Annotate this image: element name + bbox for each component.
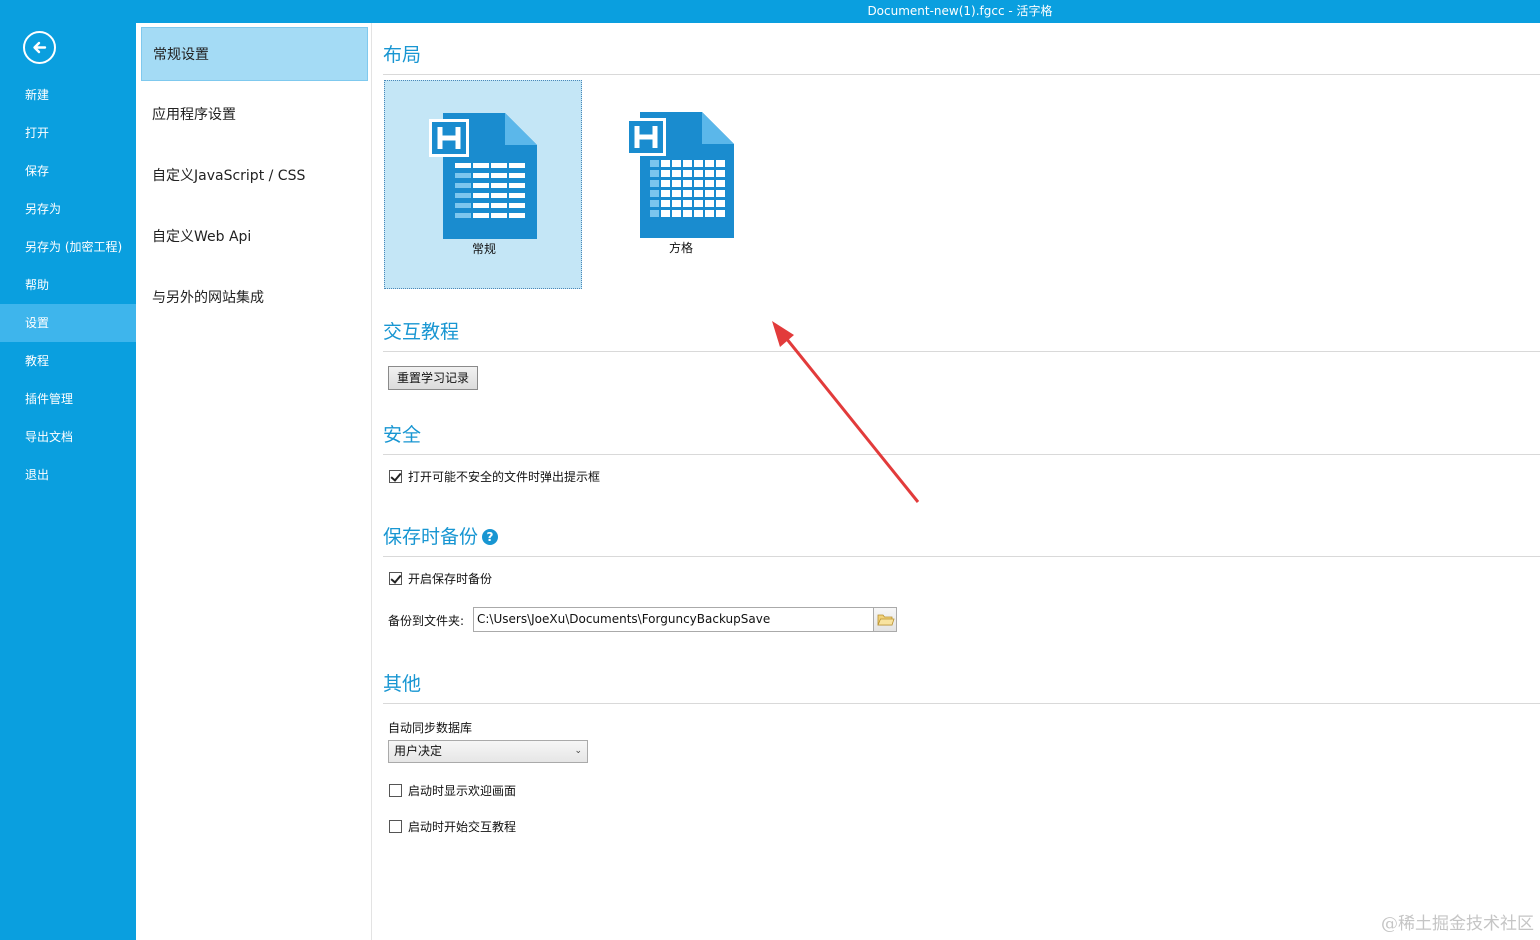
checkbox-checked[interactable] [389,470,402,483]
nav-item-open[interactable]: 打开 [0,114,136,152]
divider [383,703,1540,704]
nav-item-export-doc[interactable]: 导出文档 [0,418,136,456]
show-welcome-checkbox[interactable]: 启动时显示欢迎画面 [389,784,516,800]
security-section-title: 安全 [383,424,422,446]
checkbox-label: 启动时显示欢迎画面 [408,784,517,798]
reset-learning-button[interactable]: 重置学习记录 [388,366,479,390]
checkbox-unchecked[interactable] [389,784,402,797]
divider [383,556,1540,557]
auto-sync-db-select[interactable]: 用户决定 ⌄ [388,740,588,763]
backup-title-text: 保存时备份 [383,526,479,548]
nav-item-save-as-encrypted[interactable]: 另存为 (加密工程) [0,228,136,266]
unsafe-file-warning-checkbox[interactable]: 打开可能不安全的文件时弹出提示框 [389,470,600,486]
chevron-down-icon: ⌄ [574,746,582,756]
auto-sync-db-label: 自动同步数据库 [388,721,473,735]
title-bar: Document-new(1).fgcc - 活字格 [0,0,1540,23]
subnav-item-custom-js-css[interactable]: 自定义JavaScript / CSS [141,149,368,203]
select-value: 用户决定 [394,744,443,758]
checkbox-label: 启动时开始交互教程 [408,820,517,834]
browse-folder-button[interactable] [873,607,897,632]
question-circle-icon[interactable]: ? [482,529,499,545]
other-section-title: 其他 [383,673,422,695]
checkbox-label: 开启保存时备份 [408,572,493,586]
back-arrow-icon [33,41,47,54]
back-button[interactable] [23,31,56,64]
divider [383,454,1540,455]
divider [383,74,1540,75]
spreadsheet-doc-icon [429,113,537,239]
layout-option-normal[interactable]: 常规 [384,80,582,289]
window-title: Document-new(1).fgcc - 活字格 [867,4,1053,18]
checkbox-unchecked[interactable] [389,820,402,833]
subnav-item-general[interactable]: 常规设置 [141,27,368,81]
checkbox-label: 打开可能不安全的文件时弹出提示框 [408,470,601,484]
settings-subnav: 常规设置 应用程序设置 自定义JavaScript / CSS 自定义Web A… [136,23,372,940]
watermark: @稀土掘金技术社区 [1381,914,1534,934]
subnav-item-site-integration[interactable]: 与另外的网站集成 [141,271,368,325]
layout-section-title: 布局 [383,44,422,66]
nav-item-new[interactable]: 新建 [0,76,136,114]
nav-item-settings[interactable]: 设置 [0,304,136,342]
subnav-item-custom-web-api[interactable]: 自定义Web Api [141,210,368,264]
annotation-arrow [772,321,920,503]
nav-item-save-as[interactable]: 另存为 [0,190,136,228]
general-settings-panel: 布局 常规 方格 交互教程 重置学习记录 安全 打开可能不安全的文件时弹出提示框… [373,23,1540,940]
nav-item-plugins[interactable]: 插件管理 [0,380,136,418]
backup-folder-input[interactable]: C:\Users\JoeXu\Documents\ForguncyBackupS… [473,607,874,632]
backup-section-title: 保存时备份? [383,522,499,549]
checkbox-checked[interactable] [389,572,402,585]
tutorial-section-title: 交互教程 [383,321,460,343]
nav-item-tutorial[interactable]: 教程 [0,342,136,380]
nav-item-help[interactable]: 帮助 [0,266,136,304]
layout-option-label: 方格 [668,241,693,255]
folder-icon [877,614,895,626]
layout-option-grid[interactable]: 方格 [582,80,780,289]
start-tutorial-checkbox[interactable]: 启动时开始交互教程 [389,820,516,836]
divider [383,351,1540,352]
backstage-nav: 新建 打开 保存 另存为 另存为 (加密工程) 帮助 设置 教程 插件管理 导出… [0,0,136,940]
layout-option-label: 常规 [471,242,496,256]
nav-item-save[interactable]: 保存 [0,152,136,190]
nav-item-exit[interactable]: 退出 [0,456,136,494]
spreadsheet-grid-doc-icon [626,112,734,238]
subnav-item-app-settings[interactable]: 应用程序设置 [141,88,368,142]
backup-folder-label: 备份到文件夹: [388,614,465,628]
enable-backup-checkbox[interactable]: 开启保存时备份 [389,572,492,588]
